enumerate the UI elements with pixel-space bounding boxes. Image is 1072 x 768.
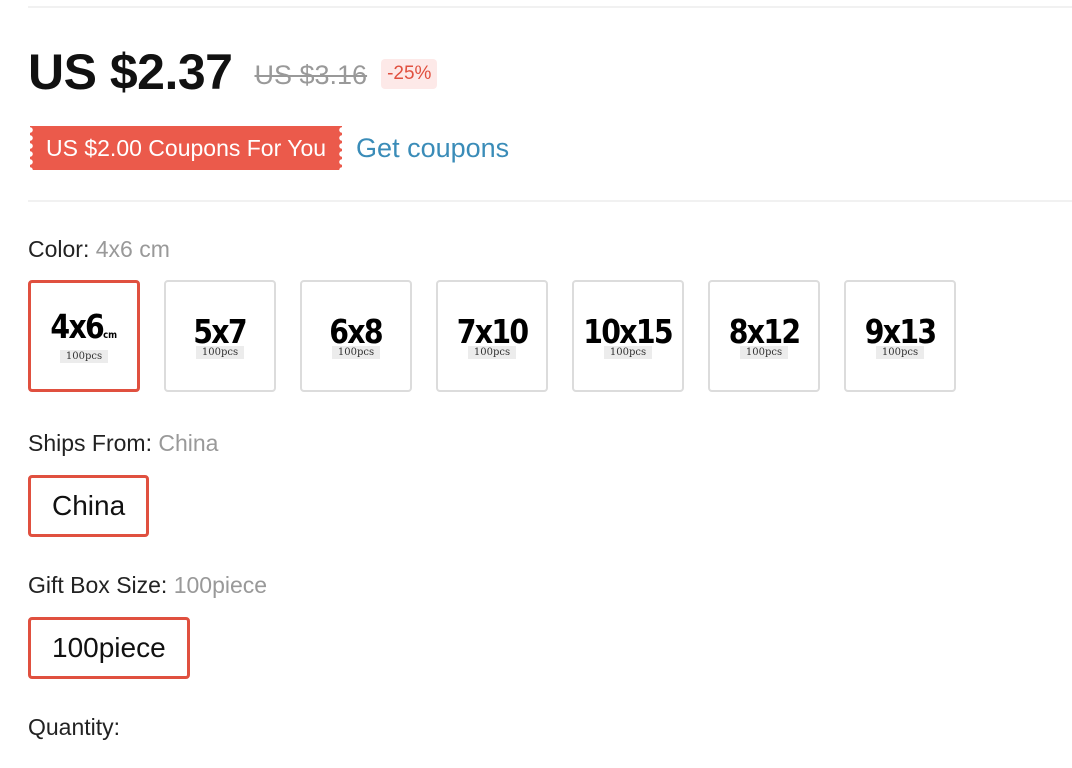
color-selected-value: 4x6 cm (95, 236, 170, 262)
gift-box-label: Gift Box Size: (28, 572, 174, 598)
price-row: US $2.37 US $3.16 -25% (28, 44, 438, 100)
swatch-size: 8x12 (728, 311, 801, 351)
current-price: US $2.37 (28, 44, 233, 100)
coupon-row: US $2.00 Coupons For You Get coupons (30, 126, 509, 170)
color-label: Color: (28, 236, 96, 262)
gift-box-selected-value: 100piece (173, 572, 268, 598)
gift-box-property-label: Gift Box Size: 100piece (28, 572, 267, 599)
swatch-unit: cm (103, 330, 118, 341)
color-swatch-8x12[interactable]: 8x12 100pcs (708, 280, 820, 392)
swatch-size: 10x15 (583, 311, 674, 351)
section-divider (28, 200, 1072, 202)
swatch-size: 9x13 (864, 311, 937, 351)
original-price: US $3.16 (254, 59, 368, 90)
color-swatch-10x15[interactable]: 10x15 100pcs (572, 280, 684, 392)
coupon-tag: US $2.00 Coupons For You (30, 126, 343, 170)
color-swatch-9x13[interactable]: 9x13 100pcs (844, 280, 956, 392)
ships-from-property-label: Ships From: China (28, 430, 218, 457)
color-swatch-6x8[interactable]: 6x8 100pcs (300, 280, 412, 392)
gift-box-option-100piece[interactable]: 100piece (28, 617, 190, 679)
ships-from-selected-value: China (158, 430, 219, 456)
ships-from-label: Ships From: (28, 430, 159, 456)
color-property-label: Color: 4x6 cm (28, 236, 170, 263)
ships-from-option-china[interactable]: China (28, 475, 150, 537)
swatch-main-label: 4x6cm (51, 309, 118, 354)
swatch-size: 4x6 (50, 307, 105, 346)
swatch-size: 5x7 (193, 311, 248, 351)
color-swatch-4x6[interactable]: 4x6cm 100pcs (28, 280, 140, 392)
swatch-size: 7x10 (456, 311, 529, 351)
color-swatch-list: 4x6cm 100pcs 5x7 100pcs 6x8 100pcs 7x10 … (28, 280, 956, 392)
discount-badge: -25% (381, 59, 438, 89)
color-swatch-7x10[interactable]: 7x10 100pcs (436, 280, 548, 392)
swatch-size: 6x8 (329, 311, 384, 351)
quantity-label: Quantity: (28, 714, 121, 740)
color-swatch-5x7[interactable]: 5x7 100pcs (164, 280, 276, 392)
get-coupons-link[interactable]: Get coupons (356, 133, 509, 164)
top-divider (28, 6, 1072, 8)
